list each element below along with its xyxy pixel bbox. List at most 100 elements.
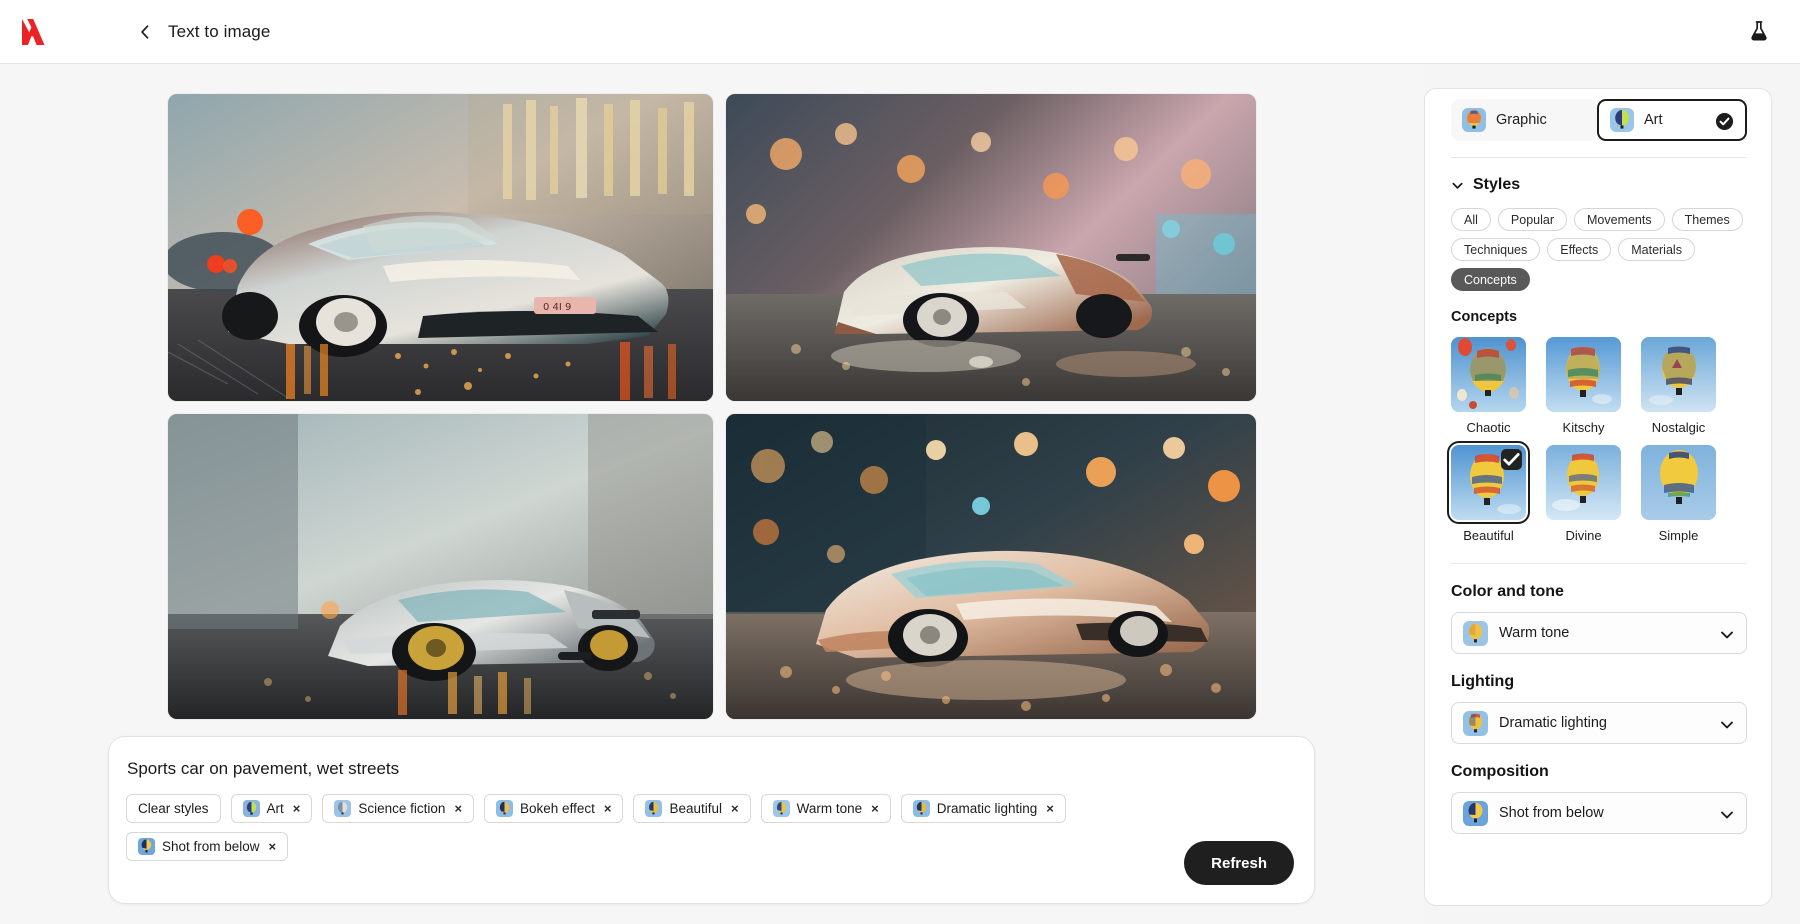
chevron-down-icon (1720, 808, 1734, 820)
style-chip-label: Art (266, 801, 284, 816)
checkmark-icon (1715, 112, 1734, 131)
result-image-2[interactable] (726, 94, 1256, 401)
remove-chip-icon[interactable]: × (871, 802, 879, 815)
remove-chip-icon[interactable]: × (731, 802, 739, 815)
concept-label: Nostalgic (1651, 420, 1706, 435)
content-type-label: Graphic (1496, 112, 1547, 128)
style-chip-beautiful[interactable]: Beautiful × (633, 794, 751, 823)
style-chip-label: Science fiction (358, 801, 446, 816)
balloon-thumb-icon (1610, 108, 1634, 132)
concept-thumbnail (1641, 337, 1716, 412)
balloon-thumb-icon (772, 800, 790, 817)
balloon-thumb-icon (912, 800, 930, 817)
filter-pill-themes[interactable]: Themes (1671, 208, 1743, 231)
style-chip-art[interactable]: Art × (230, 794, 313, 823)
concept-label: Kitschy (1562, 420, 1605, 435)
composition-select[interactable]: Shot from below (1451, 792, 1747, 834)
filter-pill-all[interactable]: All (1451, 208, 1491, 231)
balloon-thumb-icon (138, 838, 155, 855)
style-chip-label: Warm tone (796, 801, 863, 816)
filter-pill-materials[interactable]: Materials (1618, 238, 1695, 261)
concept-thumbnail (1641, 445, 1716, 520)
style-chip-science-fiction[interactable]: Science fiction × (322, 794, 475, 823)
content-type-toggle: Graphic Art (1451, 99, 1747, 141)
style-chip-label: Shot from below (162, 839, 260, 854)
concept-label: Beautiful (1463, 528, 1514, 543)
refresh-button[interactable]: Refresh (1184, 841, 1294, 885)
concept-item-nostalgic[interactable]: Nostalgic (1641, 337, 1716, 435)
color-and-tone-select[interactable]: Warm tone (1451, 612, 1747, 654)
balloon-thumb-icon (242, 800, 260, 817)
style-chip-warm-tone[interactable]: Warm tone × (760, 794, 891, 823)
style-chips-list: Clear styles Art × Science fiction × Bok… (126, 794, 1166, 861)
filter-pill-movements[interactable]: Movements (1574, 208, 1665, 231)
remove-chip-icon[interactable]: × (269, 840, 277, 853)
concept-thumbnail (1447, 441, 1530, 524)
style-chip-bokeh-effect[interactable]: Bokeh effect × (484, 794, 624, 823)
content-type-label: Art (1644, 112, 1663, 128)
styles-sidebar: Graphic Art Styles All Popular Movements… (1424, 88, 1772, 906)
lighting-value: Dramatic lighting (1499, 715, 1607, 731)
balloon-thumb-icon (1463, 800, 1488, 826)
chevron-down-icon (1720, 628, 1734, 640)
filter-pill-popular[interactable]: Popular (1497, 208, 1567, 231)
balloon-thumb-icon (334, 800, 352, 817)
content-type-graphic[interactable]: Graphic (1451, 99, 1597, 141)
concept-item-kitschy[interactable]: Kitschy (1546, 337, 1621, 435)
concept-item-simple[interactable]: Simple (1641, 445, 1716, 543)
chevron-down-icon (1720, 718, 1734, 730)
beaker-icon[interactable] (1744, 16, 1774, 46)
top-bar: Text to image (0, 0, 1800, 64)
filter-pill-effects[interactable]: Effects (1547, 238, 1612, 261)
balloon-thumb-icon (645, 800, 663, 817)
remove-chip-icon[interactable]: × (454, 802, 462, 815)
concept-item-beautiful[interactable]: Beautiful (1447, 441, 1530, 543)
checkmark-icon (1501, 449, 1522, 470)
content-type-art[interactable]: Art (1597, 99, 1747, 141)
remove-chip-icon[interactable]: × (1046, 802, 1054, 815)
balloon-thumb-icon (1463, 710, 1488, 736)
style-chip-label: Beautiful (669, 801, 722, 816)
concepts-grid: Chaotic Kitschy Nostalgic Beautiful Divi… (1447, 337, 1747, 543)
lighting-title: Lighting (1451, 673, 1515, 690)
color-and-tone-title: Color and tone (1451, 583, 1564, 600)
color-and-tone-value: Warm tone (1499, 625, 1570, 641)
concept-thumbnail (1451, 337, 1526, 412)
svg-text:0 4I 9: 0 4I 9 (543, 302, 571, 313)
concept-label: Chaotic (1466, 420, 1511, 435)
concepts-group-title: Concepts (1451, 309, 1518, 325)
styles-section-title: Styles (1473, 176, 1521, 193)
filter-pill-techniques[interactable]: Techniques (1451, 238, 1541, 261)
style-chip-shot-from-below[interactable]: Shot from below × (126, 832, 289, 861)
styles-section-header[interactable]: Styles (1451, 176, 1747, 194)
result-image-1[interactable]: 0 4I 9 (168, 94, 713, 401)
concept-label: Simple (1658, 528, 1699, 543)
prompt-bar: Sports car on pavement, wet streets Clea… (108, 736, 1315, 904)
concept-label: Divine (1565, 528, 1602, 543)
concept-thumbnail (1546, 337, 1621, 412)
result-image-4[interactable] (726, 414, 1256, 719)
adobe-logo (18, 16, 52, 48)
composition-title: Composition (1451, 763, 1549, 780)
concept-item-divine[interactable]: Divine (1546, 445, 1621, 543)
sidebar-content: Graphic Art Styles All Popular Movements… (1425, 89, 1771, 834)
back-button[interactable] (134, 21, 156, 43)
result-image-3[interactable] (168, 414, 713, 719)
concept-item-chaotic[interactable]: Chaotic (1451, 337, 1526, 435)
sidebar-divider-2 (1451, 563, 1747, 564)
style-chip-label: Bokeh effect (520, 801, 595, 816)
clear-styles-label: Clear styles (138, 801, 209, 816)
remove-chip-icon[interactable]: × (604, 802, 612, 815)
sidebar-divider-1 (1451, 157, 1747, 158)
balloon-thumb-icon (1462, 108, 1486, 132)
balloon-thumb-icon (1463, 620, 1488, 646)
clear-styles-button[interactable]: Clear styles (126, 794, 221, 823)
filter-pill-concepts[interactable]: Concepts (1451, 268, 1530, 291)
prompt-input[interactable]: Sports car on pavement, wet streets (127, 759, 399, 779)
lighting-select[interactable]: Dramatic lighting (1451, 702, 1747, 744)
balloon-thumb-icon (496, 800, 514, 817)
results-canvas: 0 4I 9 Sports car on pavement, wet stree… (0, 64, 1424, 924)
style-chip-dramatic-lighting[interactable]: Dramatic lighting × (900, 794, 1066, 823)
image-results-grid: 0 4I 9 (168, 94, 1256, 719)
remove-chip-icon[interactable]: × (293, 802, 301, 815)
